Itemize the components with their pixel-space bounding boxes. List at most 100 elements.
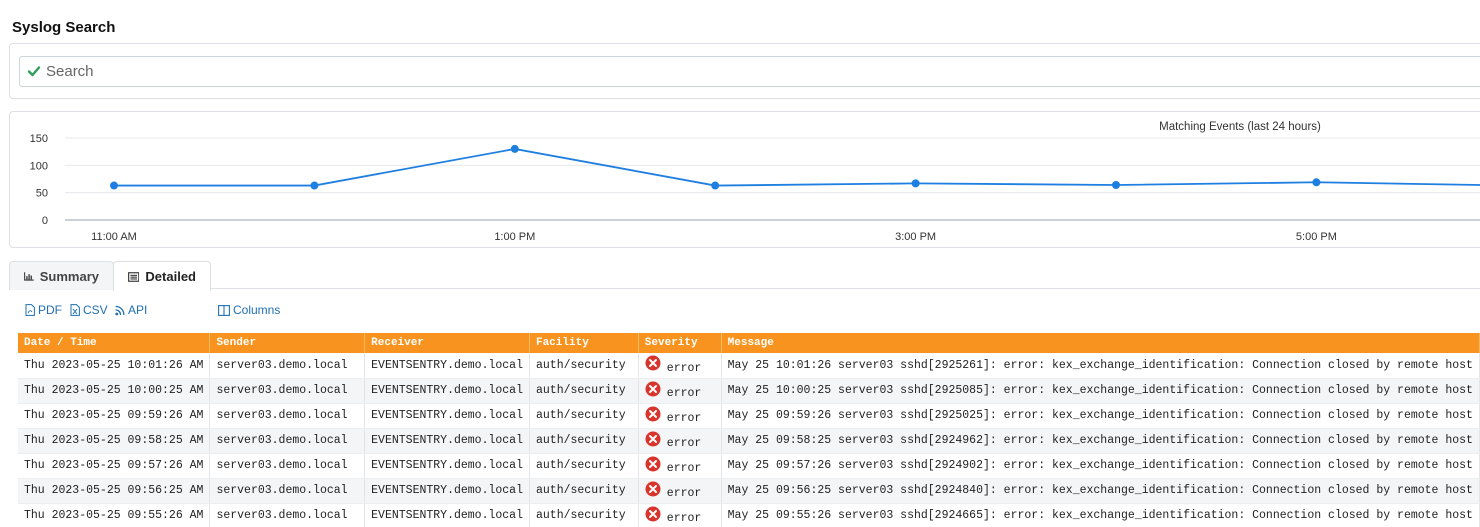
cell-severity: error — [638, 453, 722, 479]
api-label: API — [128, 303, 148, 317]
x-tick-label: 3:00 PM — [895, 231, 936, 243]
cell-severity: error — [638, 503, 722, 527]
cell-date-time: Thu 2023-05-25 10:01:26 AM — [18, 353, 211, 379]
export-csv-button[interactable]: CSV — [70, 303, 108, 317]
export-pdf-label: PDF — [38, 303, 62, 317]
cell-severity: error — [638, 353, 722, 379]
search-box[interactable] — [19, 56, 1480, 87]
cell-severity: error — [638, 378, 722, 404]
api-button[interactable]: API — [115, 303, 147, 317]
rss-feed-icon — [115, 305, 125, 315]
table-row[interactable]: Thu 2023-05-25 10:01:26 AM server03.demo.… — [18, 353, 1480, 379]
severity-label: error — [666, 412, 702, 425]
error-icon — [645, 456, 661, 471]
view-tabs: Summary Detailed — [9, 261, 1480, 291]
cell-receiver: EVENTSENTRY.demo.local — [364, 453, 530, 479]
cell-message: May 25 09:56:25 server03 sshd[2924840]: … — [721, 478, 1480, 504]
events-table: Date / Time Sender Receiver Facility Sev… — [18, 333, 1480, 527]
severity-label: error — [666, 462, 702, 475]
table-row[interactable]: Thu 2023-05-25 09:58:25 AM server03.demo.… — [18, 428, 1480, 454]
columns-label: Columns — [233, 303, 281, 317]
tab-summary-label: Summary — [39, 268, 99, 284]
table-row[interactable]: Thu 2023-05-25 10:00:25 AM server03.demo.… — [18, 378, 1480, 404]
column-header-severity[interactable]: Severity — [638, 333, 722, 353]
cell-date-time: Thu 2023-05-25 09:56:25 AM — [18, 478, 211, 504]
cell-facility: auth/security — [529, 453, 639, 479]
cell-receiver: EVENTSENTRY.demo.local — [364, 403, 530, 429]
error-icon — [645, 506, 661, 521]
cell-message: May 25 10:01:26 server03 sshd[2925261]: … — [721, 353, 1480, 379]
severity-label: error — [666, 437, 702, 450]
cell-facility: auth/security — [529, 428, 639, 454]
columns-icon — [218, 304, 230, 316]
cell-sender: server03.demo.local — [209, 453, 366, 479]
data-point — [1112, 181, 1120, 190]
cell-sender: server03.demo.local — [209, 478, 366, 504]
error-icon — [645, 481, 661, 496]
table-row[interactable]: Thu 2023-05-25 09:55:26 AM server03.demo.… — [18, 503, 1480, 527]
column-header-date-time[interactable]: Date / Time — [18, 333, 211, 353]
export-pdf-button[interactable]: PDF — [25, 303, 62, 317]
bar-chart-icon — [24, 271, 34, 281]
severity-label: error — [666, 361, 702, 375]
columns-button[interactable]: Columns — [218, 303, 280, 317]
pdf-file-icon — [25, 304, 35, 316]
x-tick-label: 1:00 PM — [494, 231, 535, 243]
cell-facility: auth/security — [529, 503, 639, 527]
table-row[interactable]: Thu 2023-05-25 09:56:25 AM server03.demo.… — [18, 478, 1480, 504]
cell-date-time: Thu 2023-05-25 10:00:25 AM — [18, 378, 211, 404]
chart-title: Matching Events (last 24 hours) — [1159, 121, 1321, 133]
cell-sender: server03.demo.local — [209, 428, 366, 454]
column-header-facility[interactable]: Facility — [529, 333, 639, 353]
error-icon — [645, 381, 661, 396]
csv-file-icon — [70, 304, 80, 316]
check-icon — [27, 66, 41, 77]
cell-sender: server03.demo.local — [209, 403, 366, 429]
severity-label: error — [666, 387, 702, 400]
cell-date-time: Thu 2023-05-25 09:58:25 AM — [18, 428, 211, 454]
cell-receiver: EVENTSENTRY.demo.local — [364, 478, 530, 504]
cell-receiver: EVENTSENTRY.demo.local — [364, 428, 530, 454]
cell-date-time: Thu 2023-05-25 09:59:26 AM — [18, 403, 211, 429]
data-point — [510, 144, 519, 153]
cell-severity: error — [638, 428, 722, 454]
severity-label: error — [666, 487, 702, 500]
data-point — [1312, 178, 1321, 187]
page-title: Syslog Search — [12, 19, 116, 36]
data-point — [711, 181, 720, 190]
x-tick-label: 5:00 PM — [1296, 231, 1337, 243]
cell-facility: auth/security — [529, 378, 639, 404]
y-tick-label: 100 — [30, 160, 48, 172]
cell-severity: error — [638, 478, 722, 504]
list-icon — [128, 271, 140, 282]
cell-sender: server03.demo.local — [209, 353, 366, 379]
search-panel — [9, 43, 1480, 99]
tab-summary[interactable]: Summary — [9, 261, 114, 290]
search-input[interactable] — [46, 57, 1446, 86]
cell-facility: auth/security — [529, 478, 639, 504]
cell-receiver: EVENTSENTRY.demo.local — [364, 353, 530, 379]
cell-message: May 25 10:00:25 server03 sshd[2925085]: … — [721, 378, 1480, 404]
column-header-message[interactable]: Message — [721, 333, 1480, 353]
cell-message: May 25 09:55:26 server03 sshd[2924665]: … — [721, 503, 1480, 527]
column-header-sender[interactable]: Sender — [209, 333, 366, 353]
data-point — [110, 181, 118, 190]
tab-detailed[interactable]: Detailed — [113, 261, 211, 291]
cell-receiver: EVENTSENTRY.demo.local — [364, 503, 530, 527]
export-csv-label: CSV — [83, 303, 108, 317]
table-row[interactable]: Thu 2023-05-25 09:57:26 AM server03.demo.… — [18, 453, 1480, 479]
events-chart-panel: 15010050011:00 AM1:00 PM3:00 PM5:00 PM7:… — [9, 111, 1480, 248]
error-icon — [645, 355, 661, 371]
cell-message: May 25 09:59:26 server03 sshd[2925025]: … — [721, 403, 1480, 429]
data-point — [911, 179, 920, 188]
cell-severity: error — [638, 403, 722, 429]
error-icon — [645, 431, 661, 446]
table-row[interactable]: Thu 2023-05-25 09:59:26 AM server03.demo.… — [18, 403, 1480, 429]
cell-receiver: EVENTSENTRY.demo.local — [364, 378, 530, 404]
cell-message: May 25 09:57:26 server03 sshd[2924902]: … — [721, 453, 1480, 479]
tab-detailed-label: Detailed — [145, 269, 196, 284]
column-header-receiver[interactable]: Receiver — [364, 333, 530, 353]
cell-message: May 25 09:58:25 server03 sshd[2924962]: … — [721, 428, 1480, 454]
cell-facility: auth/security — [529, 403, 639, 429]
x-tick-label: 11:00 AM — [91, 231, 137, 243]
